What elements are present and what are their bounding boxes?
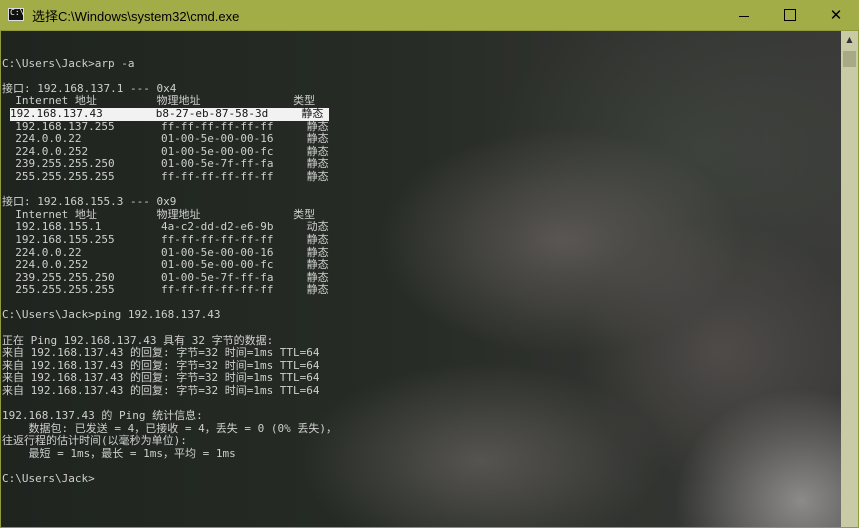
close-button[interactable]: ✕: [813, 0, 859, 30]
console-line: C:\Users\Jack>ping 192.168.137.43: [2, 308, 221, 322]
console-output[interactable]: C:\Users\Jack>arp -a 接口: 192.168.137.1 --…: [2, 45, 337, 486]
minimize-icon: [739, 15, 749, 17]
console-line: 192.168.137.43 b8-27-eb-87-58-3d 静态: [10, 107, 330, 121]
console-line: 192.168.155.255 ff-ff-ff-ff-ff-ff 静态: [2, 232, 329, 246]
vertical-scrollbar[interactable]: ▲: [841, 31, 858, 527]
console-line: 192.168.137.43 的 Ping 统计信息:: [2, 409, 203, 423]
console-line: C:\Users\Jack>: [2, 472, 95, 486]
console-line: 255.255.255.255 ff-ff-ff-ff-ff-ff 静态: [2, 169, 329, 183]
maximize-button[interactable]: [767, 0, 813, 30]
console-line: 255.255.255.255 ff-ff-ff-ff-ff-ff 静态: [2, 283, 329, 297]
title-bar[interactable]: 选择C:\Windows\system32\cmd.exe ✕: [0, 0, 859, 30]
console-line: C:\Users\Jack>arp -a: [2, 56, 135, 70]
console-line: 最短 = 1ms，最长 = 1ms，平均 = 1ms: [2, 447, 236, 460]
maximize-icon: [784, 9, 796, 21]
scroll-thumb[interactable]: [843, 51, 856, 67]
scroll-up-arrow-icon[interactable]: ▲: [841, 31, 858, 48]
cmd-window: 选择C:\Windows\system32\cmd.exe ✕ C:\Users…: [0, 0, 859, 528]
close-icon: ✕: [829, 6, 843, 24]
console-line: 224.0.0.252 01-00-5e-00-00-fc 静态: [2, 258, 329, 272]
console-line: 224.0.0.22 01-00-5e-00-00-16 静态: [2, 132, 329, 146]
console-line: 来自 192.168.137.43 的回复: 字节=32 时间=1ms TTL=…: [2, 346, 320, 360]
console-area[interactable]: C:\Users\Jack>arp -a 接口: 192.168.137.1 --…: [1, 31, 841, 527]
cmd-icon[interactable]: [8, 8, 24, 21]
console-line: 接口: 192.168.155.3 --- 0x9: [2, 195, 177, 209]
console-line: 来自 192.168.137.43 的回复: 字节=32 时间=1ms TTL=…: [2, 384, 320, 398]
window-title: 选择C:\Windows\system32\cmd.exe: [32, 9, 240, 24]
minimize-button[interactable]: [721, 0, 767, 30]
